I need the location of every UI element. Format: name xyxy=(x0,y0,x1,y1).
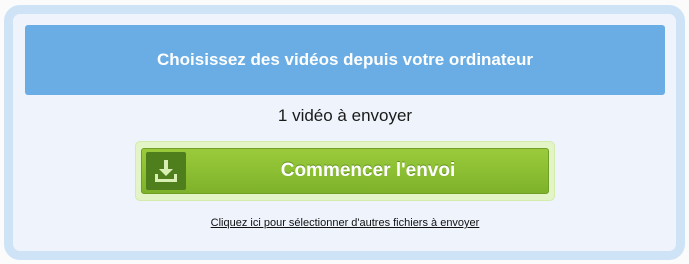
start-upload-button[interactable]: Commencer l'envoi xyxy=(141,148,549,194)
choose-videos-label: Choisissez des vidéos depuis votre ordin… xyxy=(157,50,533,69)
upload-panel: Choisissez des vidéos depuis votre ordin… xyxy=(4,5,685,260)
choose-videos-button[interactable]: Choisissez des vidéos depuis votre ordin… xyxy=(25,25,665,95)
start-upload-container: Commencer l'envoi xyxy=(135,141,555,201)
select-more-files-link[interactable]: Cliquez ici pour sélectionner d'autres f… xyxy=(13,217,677,229)
start-upload-label: Commencer l'envoi xyxy=(280,160,456,181)
video-count-text: 1 vidéo à envoyer xyxy=(277,106,413,125)
download-icon xyxy=(146,152,186,190)
